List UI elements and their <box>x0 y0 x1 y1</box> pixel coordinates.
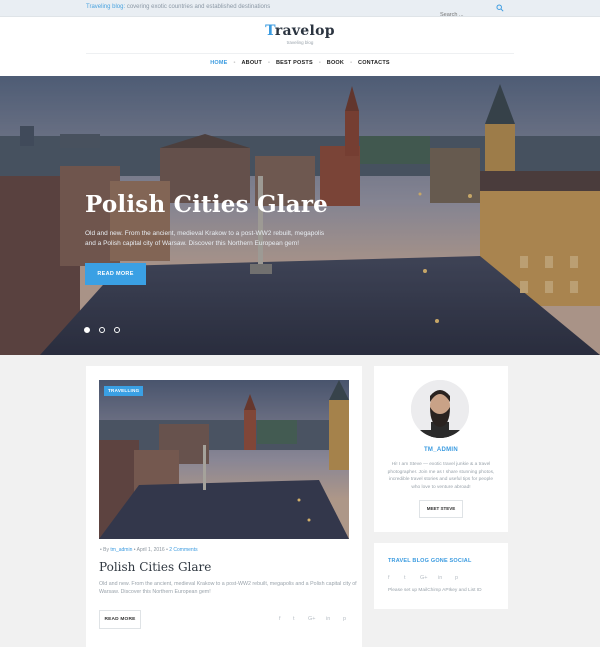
nav-item-home[interactable]: HOME <box>210 60 227 66</box>
hero-description: Old and new. From the ancient, medieval … <box>85 230 325 247</box>
nav-separator: • <box>318 60 321 66</box>
bearded-man-icon <box>411 380 469 438</box>
nav-separator: • <box>350 60 353 66</box>
google-plus-icon[interactable]: G+ <box>308 616 316 622</box>
category-badge[interactable]: TRAVELLING <box>104 386 144 396</box>
meta-comments-link[interactable]: 2 Comments <box>169 547 197 553</box>
pinterest-icon[interactable]: p <box>455 575 458 581</box>
meet-steve-button[interactable]: MEET STEVE <box>419 500 463 518</box>
post-title[interactable]: Polish Cities Glare <box>99 560 211 574</box>
author-avatar <box>411 380 469 438</box>
twitter-icon[interactable]: t <box>293 616 295 622</box>
facebook-icon[interactable]: f <box>388 575 390 581</box>
site-logo[interactable]: Travelop traveling blog <box>0 23 600 45</box>
facebook-icon[interactable]: f <box>279 616 281 622</box>
linkedin-icon[interactable]: in <box>438 575 442 581</box>
top-bar: Traveling blog: covering exotic countrie… <box>0 0 600 21</box>
nav-item-book[interactable]: BOOK <box>327 60 344 66</box>
author-name[interactable]: TM_ADMIN <box>374 447 508 453</box>
post-excerpt: Old and new. From the ancient, medieval … <box>99 581 357 595</box>
pinterest-icon[interactable]: p <box>343 616 346 622</box>
tagline-text: covering exotic countries and establishe… <box>126 4 271 10</box>
nav-divider <box>86 53 514 54</box>
post-card <box>86 366 362 647</box>
meta-bullet: • <box>133 547 136 553</box>
tagline-highlight: Traveling blog: <box>86 4 126 10</box>
post-thumbnail[interactable] <box>99 380 349 539</box>
twitter-icon[interactable]: t <box>404 575 406 581</box>
search-icon[interactable] <box>496 4 504 12</box>
google-plus-icon[interactable]: G+ <box>420 575 428 581</box>
nav-item-contacts[interactable]: CONTACTS <box>358 60 390 66</box>
meta-by: By <box>103 547 109 553</box>
nav-separator: • <box>233 60 236 66</box>
nav-item-best-posts[interactable]: BEST POSTS <box>276 60 313 66</box>
nav-separator: • <box>268 60 270 66</box>
mailchimp-note: Please set up MailChimp APIkey and List … <box>388 588 482 593</box>
slider-dots <box>84 320 129 338</box>
meta-bullet: • <box>166 547 168 553</box>
hero-slider: Polish Cities Glare Old and new. From th… <box>0 76 600 355</box>
hero-title: Polish Cities Glare <box>85 191 328 218</box>
linkedin-icon[interactable]: in <box>326 616 330 622</box>
social-widget-heading: TRAVEL BLOG GONE SOCIAL <box>388 558 472 564</box>
main-nav: HOME • ABOUT • BEST POSTS • BOOK • CONTACTS <box>0 60 600 66</box>
hero-read-more-button[interactable]: READ MORE <box>85 263 146 285</box>
post-meta: • By tm_admin • April 1, 2016 • 2 Commen… <box>100 547 198 553</box>
slider-dot-2[interactable] <box>99 327 105 333</box>
meta-date: April 1, 2016 <box>136 547 165 553</box>
search-box <box>440 3 504 21</box>
nav-item-about[interactable]: ABOUT <box>241 60 262 66</box>
meta-bullet: • <box>100 547 102 553</box>
social-widget: TRAVEL BLOG GONE SOCIAL f t G+ in p Plea… <box>374 543 508 609</box>
meta-author-link[interactable]: tm_admin <box>110 547 132 553</box>
logo-initial: T <box>265 23 275 39</box>
post-read-more-button[interactable]: READ MORE <box>99 610 141 629</box>
post-city-photo <box>99 380 349 539</box>
slider-dot-3[interactable] <box>114 327 120 333</box>
author-bio: Hi! I am Steve — exotic travel junkie & … <box>387 462 495 490</box>
site-header: Travelop traveling blog HOME • ABOUT • BEST … <box>0 17 600 76</box>
logo-subtitle: traveling blog <box>286 40 314 45</box>
slider-dot-1[interactable] <box>84 327 90 333</box>
site-tagline: Traveling blog: covering exotic countrie… <box>86 4 270 10</box>
logo-text: ravelop <box>274 23 335 39</box>
